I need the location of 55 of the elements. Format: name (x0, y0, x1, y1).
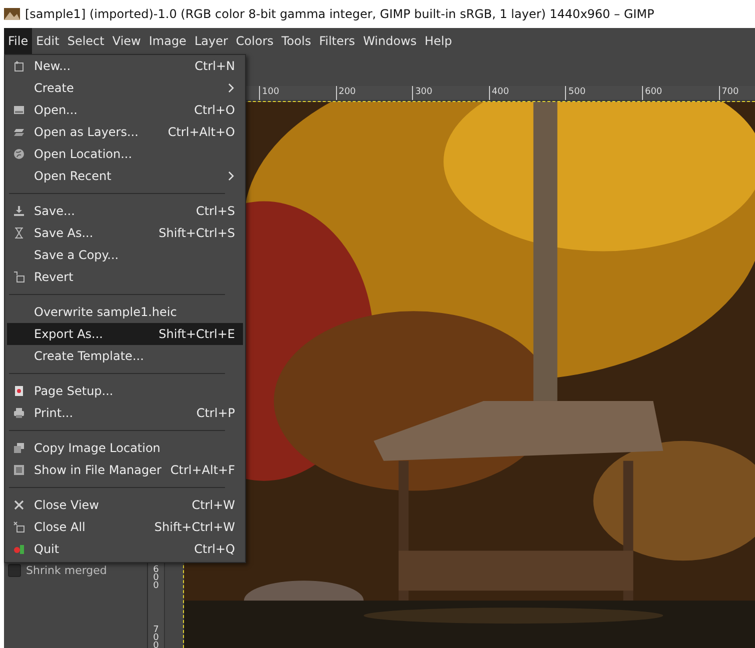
ruler-label: 500 (565, 86, 642, 100)
window-title: [sample1] (imported)-1.0 (RGB color 8-bit gamma integer, GIMP built-in sRGB, 1 layer) 1440x960 – GIMP (25, 7, 654, 21)
menu-item[interactable]: File (4, 28, 32, 54)
menu-item[interactable]: Save As... Shift+Ctrl+S (7, 222, 243, 244)
menu-item[interactable]: Tools (278, 28, 316, 54)
layers-icon (13, 126, 25, 138)
menu-item[interactable]: Layer (190, 28, 232, 54)
menu-item[interactable]: Revert (7, 266, 243, 288)
close-icon (13, 499, 25, 511)
menu-item[interactable]: Open as Layers... Ctrl+Alt+O (7, 121, 243, 143)
menu-item[interactable]: View (108, 28, 145, 54)
menu-item[interactable]: Filters (315, 28, 360, 54)
menu-item[interactable]: Windows (359, 28, 421, 54)
checkbox-label: Shrink merged (26, 564, 107, 577)
menu-item[interactable]: Edit (32, 28, 64, 54)
menu-item[interactable]: Page Setup... (7, 380, 243, 402)
menu-item[interactable]: Open Location... (7, 143, 243, 165)
copy-icon (13, 442, 25, 454)
menu-item[interactable]: Quit Ctrl+Q (7, 538, 243, 560)
hourglass-icon (13, 227, 25, 239)
menu-item[interactable]: Close View Ctrl+W (7, 494, 243, 516)
menu-item[interactable]: Image (144, 28, 190, 54)
revert-icon (13, 271, 25, 283)
menu-item[interactable]: Colors (232, 28, 278, 54)
app-icon (4, 8, 20, 20)
ruler-label: 600 (152, 566, 160, 590)
quit-icon (13, 543, 25, 555)
menu-item[interactable]: Close All Shift+Ctrl+W (7, 516, 243, 538)
menu-item[interactable]: Show in File Manager Ctrl+Alt+F (7, 459, 243, 481)
menu-item[interactable]: Create Template... (7, 345, 243, 367)
menu-item[interactable]: Help (420, 28, 456, 54)
menu-item[interactable]: New... Ctrl+N (7, 55, 243, 77)
menu-item[interactable]: Overwrite sample1.heic (7, 301, 243, 323)
new-file-icon (13, 60, 25, 72)
menu-item[interactable]: Open Recent (7, 165, 243, 187)
menu-item[interactable]: Save a Copy... (7, 244, 243, 266)
menu-item[interactable]: Select (63, 28, 108, 54)
menu-item[interactable]: Export As... Shift+Ctrl+E (7, 323, 243, 345)
menu-item[interactable]: Open... Ctrl+O (7, 99, 243, 121)
close-all-icon (13, 521, 25, 533)
menu-item[interactable]: Create (7, 77, 243, 99)
ruler-label: 700 (718, 86, 755, 100)
menu-item[interactable]: Print... Ctrl+P (7, 402, 243, 424)
save-icon (13, 205, 25, 217)
globe-icon (13, 148, 25, 160)
ruler-label: 200 (336, 86, 412, 100)
ruler-label: 100 (259, 86, 336, 100)
menu-item[interactable]: Save... Ctrl+S (7, 200, 243, 222)
checkbox[interactable] (8, 564, 21, 577)
ruler-label: 300 (412, 86, 489, 100)
ruler-label: 400 (488, 86, 566, 100)
ruler-label: 600 (642, 86, 719, 100)
printer-icon (13, 407, 25, 419)
page-setup-icon (13, 385, 25, 397)
menu-item[interactable]: Copy Image Location (7, 437, 243, 459)
